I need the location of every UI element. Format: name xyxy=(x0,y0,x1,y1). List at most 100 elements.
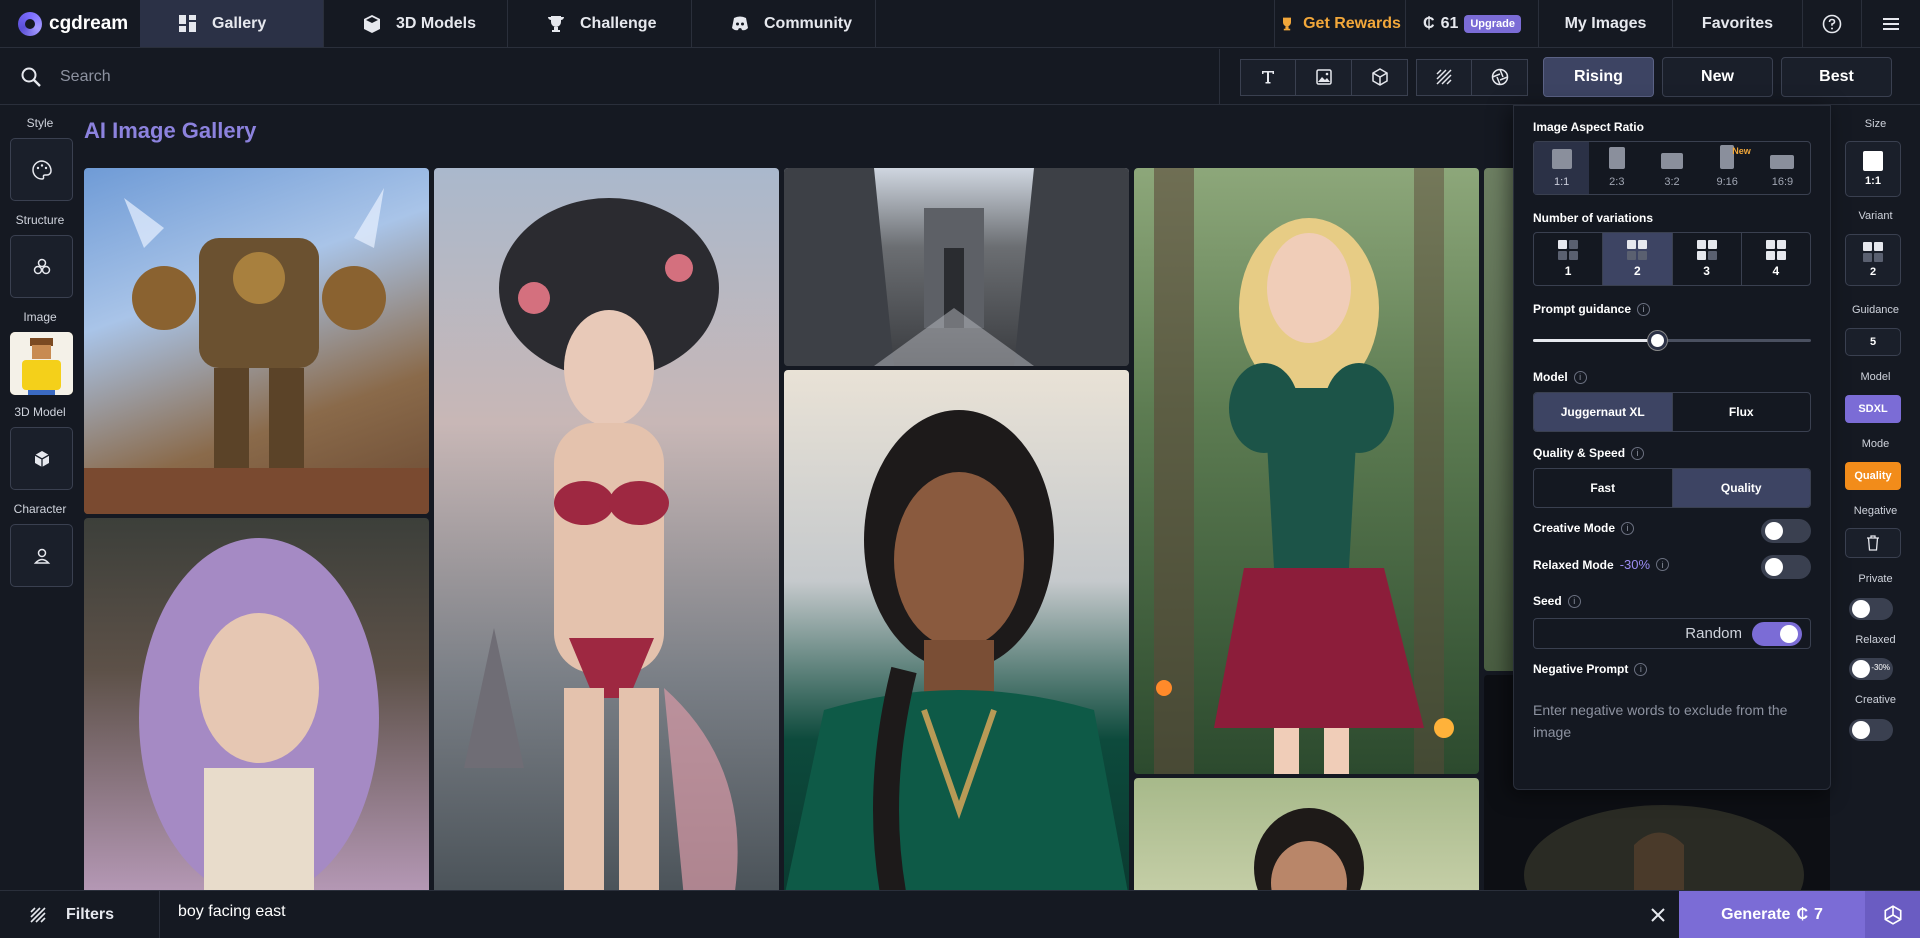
quick-settings-column: Size 1:1 Variant 2 Guidance 5 Model SDXL… xyxy=(1831,106,1920,890)
model-button[interactable]: SDXL xyxy=(1845,395,1901,423)
favorites-button[interactable]: Favorites xyxy=(1672,0,1802,47)
relaxed-mode-toggle[interactable] xyxy=(1761,555,1811,579)
logo[interactable]: cgdream xyxy=(0,0,140,47)
creative-mode-label: Creative Mode i xyxy=(1533,521,1635,535)
tab-community[interactable]: Community xyxy=(692,0,876,47)
credits-display[interactable]: ₵ 61 Upgrade xyxy=(1405,0,1538,47)
text-icon xyxy=(1262,71,1274,84)
stripes-icon xyxy=(1436,69,1452,85)
variations-4-option[interactable]: 4 xyxy=(1742,233,1810,285)
wide-icon xyxy=(1770,155,1795,169)
close-icon[interactable] xyxy=(1647,904,1669,926)
seed-field[interactable]: Random xyxy=(1533,618,1811,649)
search-input[interactable] xyxy=(60,61,1210,93)
mode-label: Mode xyxy=(1861,438,1890,450)
sort-best-button[interactable]: Best xyxy=(1781,57,1892,97)
label-text: Creative Mode xyxy=(1533,521,1616,535)
tab-gallery[interactable]: Gallery xyxy=(140,0,324,47)
variations-3-option[interactable]: 3 xyxy=(1673,233,1742,285)
variant-button[interactable]: 2 xyxy=(1845,234,1901,286)
gallery-image-warrior-woman[interactable] xyxy=(434,168,779,890)
text-filter-button[interactable] xyxy=(1240,58,1296,96)
get-rewards-button[interactable]: Get Rewards xyxy=(1274,0,1405,47)
model-selector: Juggernaut XL Flux xyxy=(1533,392,1811,432)
model-juggernaut-option[interactable]: Juggernaut XL xyxy=(1534,393,1672,431)
reference-image-thumbnail[interactable] xyxy=(10,332,73,395)
prompt-input[interactable]: boy facing east xyxy=(178,903,286,921)
aspect-2-3-option[interactable]: 2:3 xyxy=(1589,142,1644,194)
label-text: Prompt guidance xyxy=(1533,302,1632,316)
gallery-icon xyxy=(179,14,196,32)
warrior-artwork xyxy=(464,198,738,890)
negative-label: Negative xyxy=(1853,505,1898,517)
help-button[interactable] xyxy=(1802,0,1861,47)
tab-3d-models[interactable]: 3D Models xyxy=(324,0,508,47)
prompt-guidance-label: Prompt guidance i xyxy=(1533,302,1651,316)
gallery-image-forest-woman[interactable] xyxy=(1134,168,1479,774)
mode-button[interactable]: Quality xyxy=(1845,462,1901,490)
structure-button[interactable] xyxy=(10,235,73,298)
size-value: 1:1 xyxy=(1865,175,1881,187)
variations-count: 2 xyxy=(1634,264,1641,278)
variations-2-option[interactable]: 2 xyxy=(1603,233,1673,285)
size-label: Size xyxy=(1864,118,1887,130)
sort-rising-button[interactable]: Rising xyxy=(1543,57,1654,97)
gallery-image-canyon[interactable] xyxy=(784,168,1129,366)
aspect-9-16-option[interactable]: New 9:16 xyxy=(1700,142,1755,194)
fast-option[interactable]: Fast xyxy=(1534,469,1672,507)
stripes-icon xyxy=(30,907,46,923)
private-toggle[interactable] xyxy=(1849,598,1893,620)
person-icon xyxy=(33,548,50,564)
pattern-filter-button[interactable] xyxy=(1416,58,1472,96)
info-icon[interactable]: i xyxy=(1567,594,1581,608)
info-icon[interactable]: i xyxy=(1634,662,1648,676)
menu-button[interactable] xyxy=(1861,0,1920,47)
3d-model-button[interactable] xyxy=(10,427,73,490)
quality-option[interactable]: Quality xyxy=(1671,469,1810,507)
gallery-image-woman-portrait[interactable] xyxy=(1134,778,1479,890)
info-icon[interactable]: i xyxy=(1656,558,1670,571)
gallery-image-robot[interactable] xyxy=(84,168,429,514)
structure-icon xyxy=(33,258,50,274)
gallery-image-purple-hair[interactable] xyxy=(84,518,429,890)
gallery-image-braided-woman[interactable] xyxy=(784,370,1129,890)
info-icon[interactable]: i xyxy=(1631,446,1645,460)
tab-label: Gallery xyxy=(212,14,267,32)
filters-button[interactable]: Filters xyxy=(0,891,160,938)
prompt-guidance-slider[interactable] xyxy=(1533,331,1811,350)
logo-icon xyxy=(18,11,42,36)
aspect-1-1-option[interactable]: 1:1 xyxy=(1534,142,1590,194)
info-icon[interactable]: i xyxy=(1621,521,1635,535)
generate-button[interactable]: Generate ₵ 7 xyxy=(1679,891,1865,938)
variations-1-option[interactable]: 1 xyxy=(1534,233,1604,285)
upgrade-button[interactable]: Upgrade xyxy=(1464,14,1521,33)
negative-clear-button[interactable] xyxy=(1845,528,1901,558)
search-icon xyxy=(21,67,41,87)
random-seed-toggle[interactable] xyxy=(1752,622,1802,646)
tab-challenge[interactable]: Challenge xyxy=(508,0,692,47)
creative-mode-toggle[interactable] xyxy=(1761,519,1811,543)
slider-thumb[interactable] xyxy=(1648,331,1668,350)
creative-toggle[interactable] xyxy=(1849,719,1893,741)
sort-new-button[interactable]: New xyxy=(1662,57,1773,97)
my-images-button[interactable]: My Images xyxy=(1538,0,1672,47)
character-button[interactable] xyxy=(10,524,73,587)
aspect-16-9-option[interactable]: 16:9 xyxy=(1755,142,1810,194)
info-icon[interactable]: i xyxy=(1637,302,1651,316)
size-button[interactable]: 1:1 xyxy=(1845,141,1901,197)
aspect-3-2-option[interactable]: 3:2 xyxy=(1644,142,1699,194)
style-button[interactable] xyxy=(10,138,73,201)
generation-mode-button[interactable] xyxy=(1865,891,1920,938)
shutter-filter-button[interactable] xyxy=(1472,58,1528,96)
help-icon xyxy=(1822,14,1842,33)
filters-label: Filters xyxy=(66,906,115,923)
info-icon[interactable]: i xyxy=(1573,370,1587,384)
relaxed-toggle[interactable]: -30% xyxy=(1849,658,1893,680)
image-filter-button[interactable] xyxy=(1296,58,1352,96)
3d-filter-button[interactable] xyxy=(1352,58,1408,96)
guidance-button[interactable]: 5 xyxy=(1845,328,1901,356)
model-flux-option[interactable]: Flux xyxy=(1671,393,1811,431)
negative-prompt-input[interactable]: Enter negative words to exclude from the… xyxy=(1533,699,1813,743)
aperture-icon xyxy=(1883,905,1902,925)
relaxed-mode-label: Relaxed Mode -30% i xyxy=(1533,557,1670,572)
